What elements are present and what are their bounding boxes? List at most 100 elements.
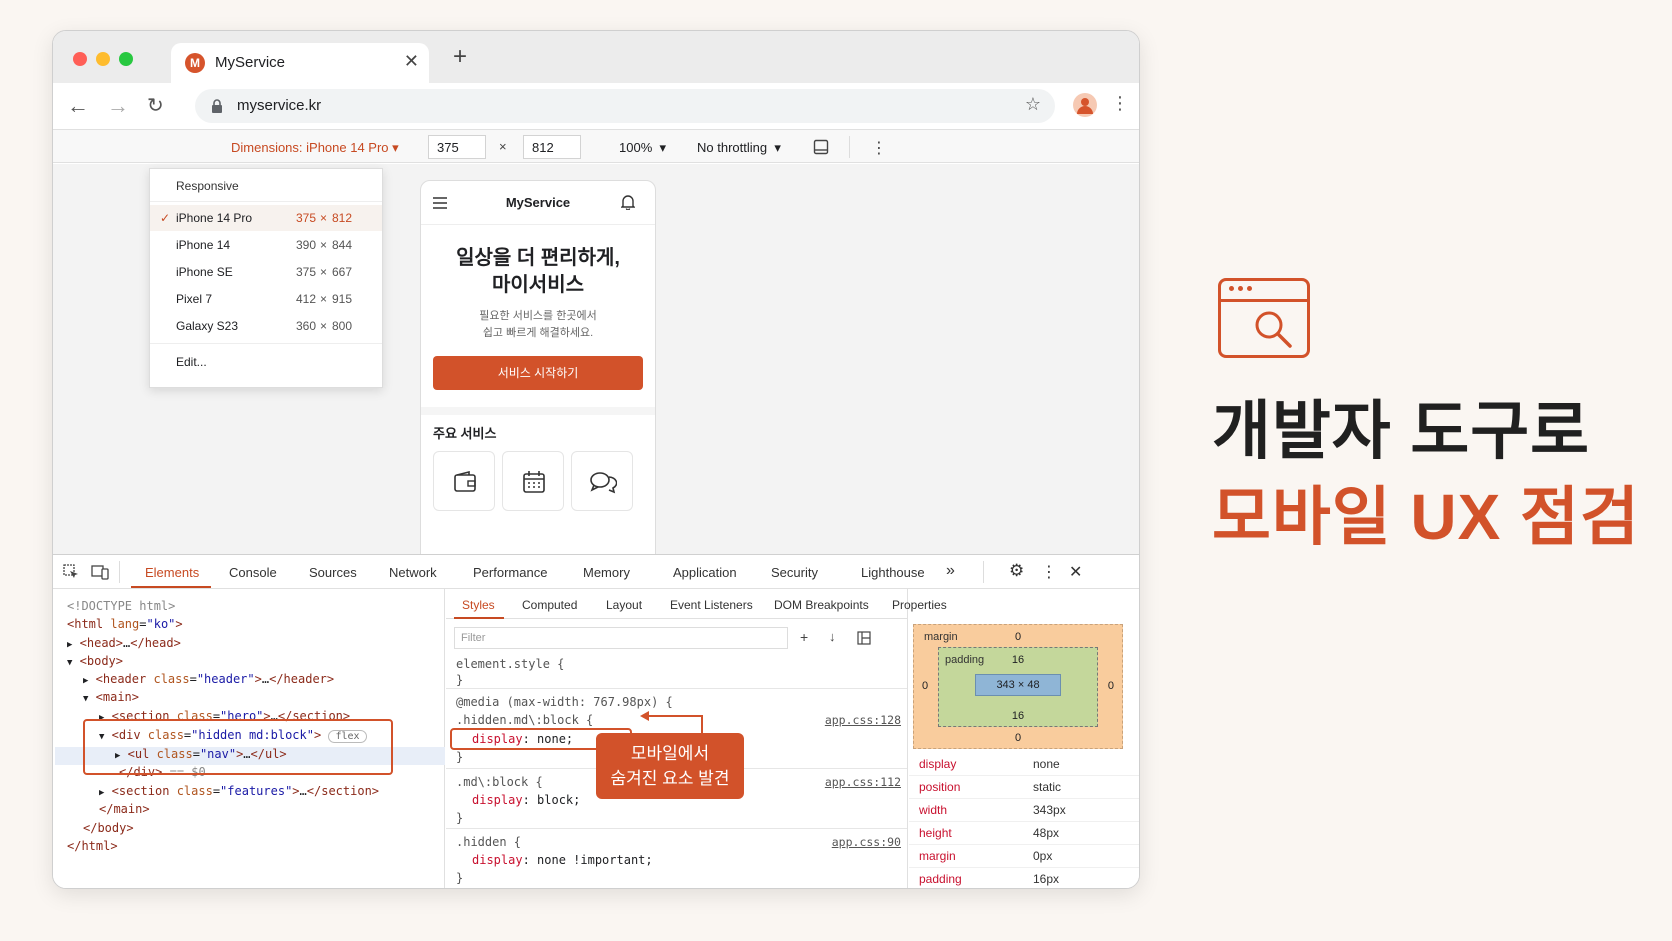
padding-bottom-value[interactable]: 16 xyxy=(939,710,1097,722)
device-item-galaxy-s23[interactable]: Galaxy S23 360 × 800 xyxy=(150,313,382,339)
inspect-element-icon[interactable] xyxy=(63,564,79,580)
subtab-layout[interactable]: Layout xyxy=(606,598,642,612)
margin-right-value[interactable]: 0 xyxy=(1108,680,1114,692)
computed-row[interactable]: display none xyxy=(909,753,1139,776)
selector-text[interactable]: .md\:block { xyxy=(456,775,543,789)
more-tabs-icon[interactable]: » xyxy=(946,562,955,580)
computed-key: margin xyxy=(919,849,956,863)
bell-icon[interactable] xyxy=(621,194,635,210)
maximize-window-button[interactable] xyxy=(119,52,133,66)
new-style-rule-icon[interactable]: + xyxy=(800,629,808,645)
padding-top-value[interactable]: 16 xyxy=(939,654,1097,666)
computed-row[interactable]: position static xyxy=(909,776,1139,799)
selector-text[interactable]: .hidden.md\:block { xyxy=(456,713,593,727)
throttling-dropdown[interactable]: No throttling ▾ xyxy=(697,140,781,156)
declaration-display-none-important[interactable]: display: none !important; xyxy=(472,853,653,867)
selector-text[interactable]: element.style { xyxy=(456,657,564,671)
height-input[interactable]: 812 xyxy=(523,135,581,159)
dom-body-close[interactable]: </body> xyxy=(83,821,134,835)
declaration-display-block[interactable]: display: block; xyxy=(472,793,580,807)
computed-row[interactable]: height 48px xyxy=(909,822,1139,845)
service-card-calendar[interactable] xyxy=(502,451,564,511)
dom-header[interactable]: ▶ <header class="header">…</header> xyxy=(83,672,334,686)
device-name: iPhone 14 xyxy=(176,238,231,252)
margin-bottom-value[interactable]: 0 xyxy=(914,732,1122,744)
menu-header-responsive[interactable]: Responsive xyxy=(150,173,382,199)
filter-placeholder: Filter xyxy=(461,632,486,644)
edit-devices-item[interactable]: Edit... xyxy=(150,349,382,375)
zoom-dropdown[interactable]: 100% ▾ xyxy=(619,140,666,156)
rule-close: } xyxy=(456,811,464,825)
browser-menu-icon[interactable]: ⋮ xyxy=(1111,93,1129,114)
source-link[interactable]: app.css:112 xyxy=(825,775,901,789)
computed-row[interactable]: padding 16px xyxy=(909,868,1139,888)
service-card-chat[interactable] xyxy=(571,451,633,511)
width-input[interactable]: 375 xyxy=(428,135,486,159)
dom-html-close[interactable]: </html> xyxy=(67,839,118,853)
chevron-down-icon: ▾ xyxy=(392,140,399,155)
tab-security[interactable]: Security xyxy=(771,565,818,580)
dom-html[interactable]: <html lang="ko"> xyxy=(67,617,183,631)
device-item-iphone-se[interactable]: iPhone SE 375 × 667 xyxy=(150,259,382,285)
computed-key: display xyxy=(919,757,957,771)
subtab-event-listeners[interactable]: Event Listeners xyxy=(670,598,753,612)
start-service-button[interactable]: 서비스 시작하기 xyxy=(433,356,643,390)
omnibox[interactable]: myservice.kr ☆ xyxy=(195,89,1055,123)
close-tab-icon[interactable]: ✕ xyxy=(404,51,419,72)
source-link[interactable]: app.css:90 xyxy=(832,835,901,849)
subtab-dom-breakpoints[interactable]: DOM Breakpoints xyxy=(774,598,869,612)
dom-main-close[interactable]: </main> xyxy=(99,802,150,816)
dom-doctype[interactable]: <!DOCTYPE html> xyxy=(67,599,175,613)
tab-performance[interactable]: Performance xyxy=(473,565,547,580)
more-options-icon[interactable]: ⋮ xyxy=(871,138,887,158)
minimize-window-button[interactable] xyxy=(96,52,110,66)
device-item-iphone-14[interactable]: iPhone 14 390 × 844 xyxy=(150,232,382,258)
content-size[interactable]: 343 × 48 xyxy=(975,674,1061,696)
dom-head[interactable]: ▶ <head>…</head> xyxy=(67,636,181,650)
back-icon[interactable]: ← xyxy=(67,93,89,119)
margin-top-value[interactable]: 0 xyxy=(914,631,1122,643)
close-devtools-icon[interactable]: ✕ xyxy=(1069,562,1082,582)
margin-left-value[interactable]: 0 xyxy=(922,680,928,692)
property-name: display xyxy=(472,793,523,807)
tab-sources[interactable]: Sources xyxy=(309,565,357,580)
browser-tab[interactable]: M MyService ✕ xyxy=(171,43,429,83)
close-window-button[interactable] xyxy=(73,52,87,66)
subtab-styles[interactable]: Styles xyxy=(462,598,495,612)
new-tab-icon[interactable]: + xyxy=(453,43,467,71)
property-value: block; xyxy=(537,793,581,807)
dom-section-features[interactable]: ▶ <section class="features">…</section> xyxy=(99,784,379,798)
subtab-properties[interactable]: Properties xyxy=(892,598,947,612)
forward-icon[interactable]: → xyxy=(107,93,129,119)
tab-lighthouse[interactable]: Lighthouse xyxy=(861,565,925,580)
devtools-menu-icon[interactable]: ⋮ xyxy=(1041,562,1057,582)
computed-row[interactable]: width 343px xyxy=(909,799,1139,822)
computed-value: 0px xyxy=(1033,849,1053,863)
computed-sidebar-icon[interactable] xyxy=(857,631,871,645)
device-toggle-icon[interactable] xyxy=(91,564,109,580)
tab-elements[interactable]: Elements xyxy=(145,565,199,580)
device-item-iphone-14-pro[interactable]: ✓ iPhone 14 Pro 375 × 812 xyxy=(150,205,382,231)
selector-text[interactable]: .hidden { xyxy=(456,835,521,849)
bookmark-star-icon[interactable]: ☆ xyxy=(1025,94,1041,115)
dom-main[interactable]: ▼ <main> xyxy=(83,690,139,704)
rotate-device-icon[interactable] xyxy=(813,139,829,155)
tab-network[interactable]: Network xyxy=(389,565,437,580)
dom-body[interactable]: ▼ <body> xyxy=(67,654,123,668)
source-link[interactable]: app.css:128 xyxy=(825,713,901,727)
tab-console[interactable]: Console xyxy=(229,565,277,580)
toggle-state-icon[interactable]: ↓ xyxy=(829,629,836,644)
service-card-wallet[interactable] xyxy=(433,451,495,511)
rule-close: } xyxy=(456,750,464,764)
tab-application[interactable]: Application xyxy=(673,565,737,580)
tab-memory[interactable]: Memory xyxy=(583,565,630,580)
reload-icon[interactable]: ↻ xyxy=(147,93,164,118)
settings-gear-icon[interactable]: ⚙ xyxy=(1009,561,1024,581)
computed-row[interactable]: margin 0px xyxy=(909,845,1139,868)
device-height: 844 xyxy=(332,238,353,252)
profile-avatar[interactable] xyxy=(1073,93,1097,117)
dimensions-dropdown[interactable]: Dimensions: iPhone 14 Pro ▾ xyxy=(231,140,399,156)
subtab-computed[interactable]: Computed xyxy=(522,598,577,612)
styles-filter-input[interactable]: Filter xyxy=(454,627,788,649)
device-item-pixel-7[interactable]: Pixel 7 412 × 915 xyxy=(150,286,382,312)
